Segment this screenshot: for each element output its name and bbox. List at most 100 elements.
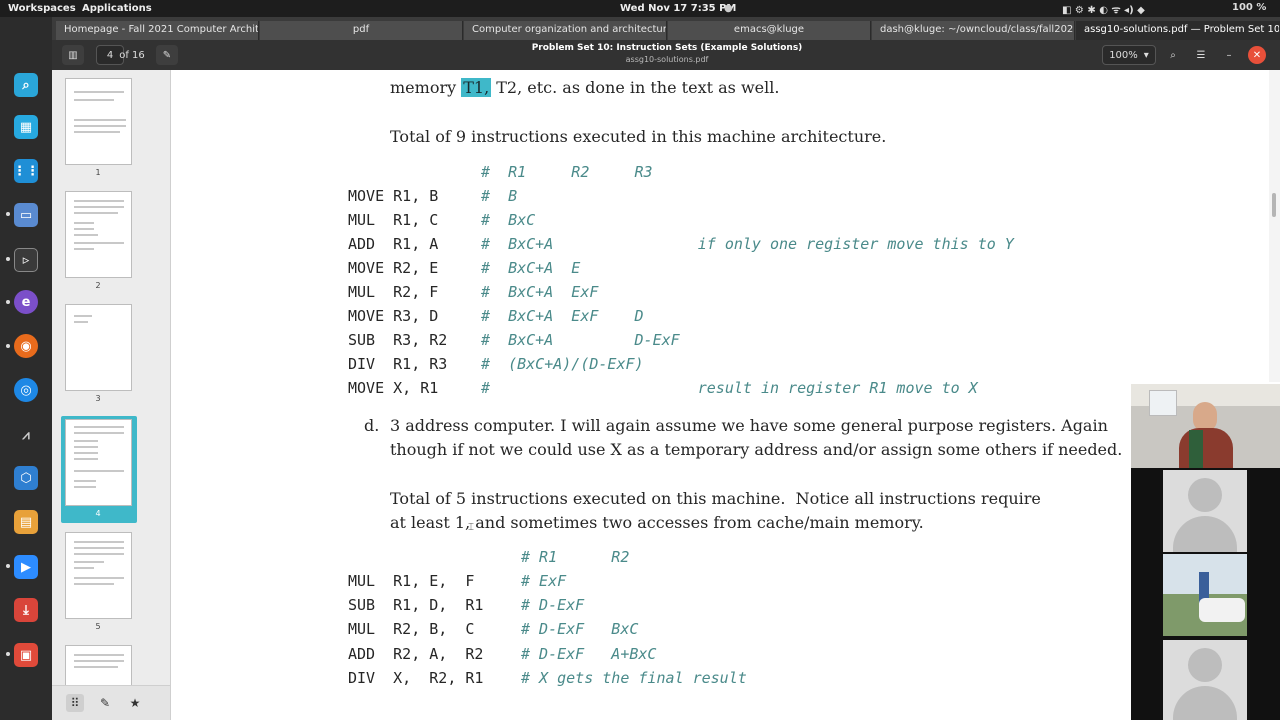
application-dock: ⌕ ▦ ⋮⋮ ▭ ▹ e ◉ ◎ ⩘ ⬡ ▤ ▶ ⤓ ▣ xyxy=(0,17,52,720)
code-comment: # BxC+A if only one register move this t… xyxy=(481,235,1014,253)
code-line: MOVE R2, E xyxy=(348,259,439,277)
tab-terminal[interactable]: dash@kluge: ~/owncloud/class/fall202... xyxy=(872,21,1075,40)
code-comment: # D-ExF A+BxC xyxy=(521,645,657,663)
text-line: though if not we could use X as a tempor… xyxy=(390,440,1123,459)
text-line: 3 address computer. I will again assume … xyxy=(390,416,1108,435)
finder-icon[interactable]: ⌕ xyxy=(14,73,38,97)
code-line: MUL R1, C xyxy=(348,211,439,229)
code-comment: # BxC xyxy=(481,211,536,229)
workspaces-menu[interactable]: Workspaces xyxy=(8,3,76,14)
code-comment: # D-ExF xyxy=(521,596,585,614)
battery-level[interactable]: 100 % xyxy=(1232,2,1266,13)
code-line: MOVE X, R1 xyxy=(348,379,439,397)
thumbnail-number: 1 xyxy=(95,168,101,177)
system-top-bar: Workspaces Applications Wed Nov 17 7:35 … xyxy=(0,0,1280,17)
code-comment: # BxC+A E xyxy=(481,259,581,277)
code-line: MOVE R3, D xyxy=(348,307,439,325)
sidebar-toggle-button[interactable]: ▥ xyxy=(62,45,84,65)
list-marker: d. xyxy=(364,416,380,435)
firefox-icon[interactable]: ◉ xyxy=(14,334,38,358)
avatar-body xyxy=(1173,686,1237,720)
code-comment: # BxC+A D-ExF xyxy=(481,331,680,349)
participant-video-speaker[interactable] xyxy=(1131,384,1280,468)
app-grid-icon[interactable]: ⋮⋮ xyxy=(13,159,39,183)
zoom-value: 100% xyxy=(1109,49,1138,61)
thumbnails-view-icon[interactable]: ⠿ xyxy=(66,694,84,712)
document-viewer-icon[interactable]: ▣ xyxy=(14,643,38,667)
page-thumbnail[interactable] xyxy=(65,191,132,278)
page-total-label: of 16 xyxy=(119,49,145,61)
text-line: Total of 5 instructions executed on this… xyxy=(390,489,1041,508)
tab-homepage[interactable]: Homepage - Fall 2021 Computer Architecte… xyxy=(56,21,259,40)
tab-computer-organization[interactable]: Computer organization and architectur... xyxy=(464,21,667,40)
highlighted-text: T1, xyxy=(461,78,492,97)
code-line: SUB R1, D, R1 xyxy=(348,596,484,614)
code-comment: # R1 R2 xyxy=(521,548,630,566)
virtualbox-icon[interactable]: ⬡ xyxy=(14,466,38,490)
thumbnail-number: 5 xyxy=(95,622,101,631)
code-comment: # ExF xyxy=(521,572,567,590)
participant-avatar-tile[interactable] xyxy=(1163,470,1247,552)
code-comment: # result in register R1 move to X xyxy=(481,379,978,397)
thumbnail-sidebar: 1 2 3 4 5 ⠿ ✎ ★ xyxy=(52,70,171,720)
running-indicator xyxy=(6,652,10,656)
tab-emacs[interactable]: emacs@kluge xyxy=(668,21,871,40)
page-thumbnail[interactable] xyxy=(65,532,132,619)
code-line: ADD R1, A xyxy=(348,235,439,253)
files-icon[interactable]: ▭ xyxy=(14,203,38,227)
matlab-icon[interactable]: ⩘ xyxy=(14,423,38,447)
tab-assg10-solutions[interactable]: assg10-solutions.pdf — Problem Set 10:..… xyxy=(1076,21,1280,40)
clock[interactable]: Wed Nov 17 7:35 PM xyxy=(620,3,736,14)
package-icon[interactable]: ▤ xyxy=(14,510,38,534)
zoom-select[interactable]: 100% ▾ xyxy=(1102,45,1156,65)
terminal-icon[interactable]: ▹ xyxy=(14,248,38,272)
code-comment: # B xyxy=(481,187,518,205)
menu-icon[interactable]: ☰ xyxy=(1190,45,1212,65)
thumbnail-number: 2 xyxy=(95,281,101,290)
running-indicator xyxy=(6,344,10,348)
page-thumbnail-current[interactable] xyxy=(65,419,132,506)
search-icon[interactable]: ⌕ xyxy=(1162,45,1184,65)
participant-avatar-tile[interactable] xyxy=(1163,640,1247,720)
annotations-view-icon[interactable]: ✎ xyxy=(96,694,114,712)
minimize-icon[interactable]: – xyxy=(1218,45,1240,65)
thumbnail-number: 4 xyxy=(95,509,101,518)
scrollbar-thumb[interactable] xyxy=(1272,193,1276,217)
download-icon[interactable]: ⤓ xyxy=(14,598,38,622)
tray-icons[interactable]: ◧ ⚙ ✱ ◐ ᯤ ◂) ◆ xyxy=(1062,2,1145,16)
pdf-page-view: memory T1, T2, etc. as done in the text … xyxy=(171,70,1280,720)
page-thumbnail[interactable] xyxy=(65,78,132,165)
avatar-head xyxy=(1188,478,1222,512)
code-comment: # R1 R2 R3 xyxy=(481,163,653,181)
code-line: ADD R2, A, R2 xyxy=(348,645,484,663)
notification-dot-icon: ● xyxy=(724,3,733,14)
browser-icon[interactable]: ◎ xyxy=(14,378,38,402)
participant-video-photo[interactable] xyxy=(1163,554,1247,636)
code-line: DIV R1, R3 xyxy=(348,355,448,373)
chevron-down-icon: ▾ xyxy=(1143,49,1149,61)
avatar-head xyxy=(1188,648,1222,682)
code-comment: # BxC+A ExF D xyxy=(481,307,644,325)
emacs-icon[interactable]: e xyxy=(14,290,38,314)
code-line: MOVE R1, B xyxy=(348,187,439,205)
document-header-bar: ▥ 4 of 16 ✎ Problem Set 10: Instruction … xyxy=(52,40,1280,70)
applications-menu[interactable]: Applications xyxy=(82,3,152,14)
page-thumbnail[interactable] xyxy=(65,304,132,391)
avatar-body xyxy=(1173,516,1237,552)
thumbnail-number: 3 xyxy=(95,394,101,403)
close-icon[interactable]: ✕ xyxy=(1248,46,1266,64)
code-line: SUB R3, R2 xyxy=(348,331,448,349)
text-line: Total of 9 instructions executed in this… xyxy=(390,127,887,146)
annotate-button[interactable]: ✎ xyxy=(156,45,178,65)
running-indicator xyxy=(6,257,10,261)
vertical-scrollbar[interactable] xyxy=(1269,70,1280,382)
code-line: MUL R2, F xyxy=(348,283,439,301)
mouse-cursor-icon: ⌶ xyxy=(468,522,474,533)
code-line: MUL R2, B, C xyxy=(348,620,475,638)
code-comment: # X gets the final result xyxy=(521,669,747,687)
bookmarks-view-icon[interactable]: ★ xyxy=(126,694,144,712)
code-comment: # BxC+A ExF xyxy=(481,283,599,301)
tab-pdf[interactable]: pdf xyxy=(260,21,463,40)
zoom-icon[interactable]: ▶ xyxy=(14,555,38,579)
window-manager-icon[interactable]: ▦ xyxy=(14,115,38,139)
